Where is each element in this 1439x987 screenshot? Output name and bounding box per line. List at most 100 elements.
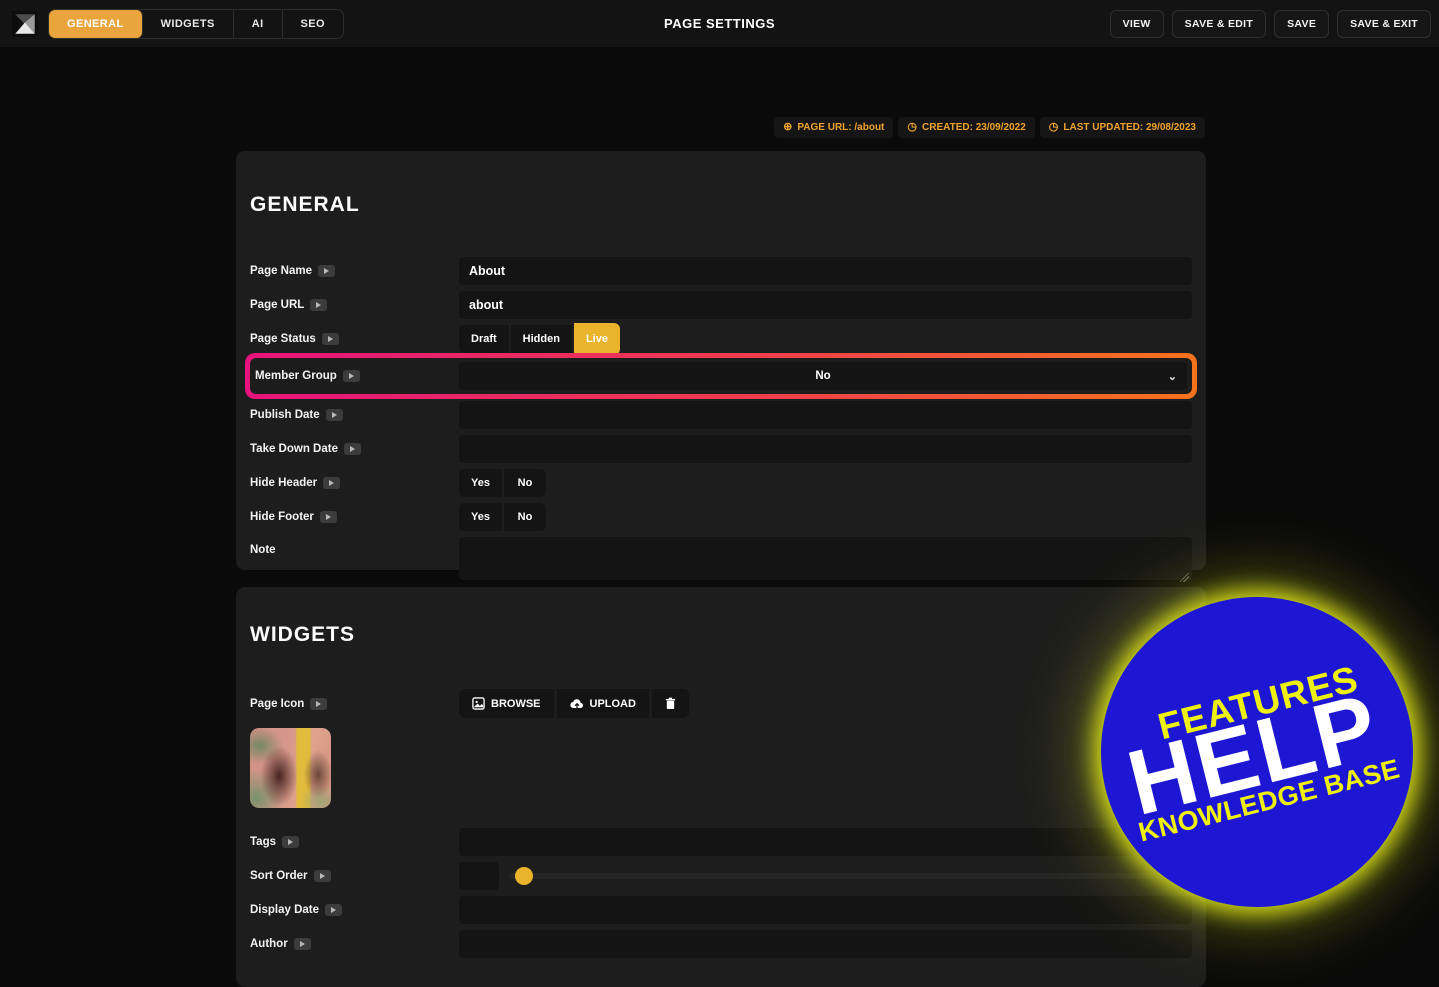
- image-file-icon: [472, 697, 485, 710]
- status-hidden-button[interactable]: Hidden: [510, 325, 572, 353]
- page-icon-thumbnail[interactable]: [250, 728, 331, 808]
- author-label-text: Author: [250, 938, 288, 950]
- page-url-badge: ⊕ PAGE URL: /about: [774, 117, 894, 138]
- page-url-badge-label: PAGE URL: /about: [797, 122, 885, 133]
- author-row: Author: [250, 930, 1192, 958]
- status-live-button[interactable]: Live: [573, 323, 620, 355]
- clock-icon: ◷: [1048, 121, 1059, 133]
- tags-input[interactable]: [459, 828, 1192, 856]
- save-button[interactable]: SAVE: [1274, 9, 1330, 38]
- sort-order-row: Sort Order: [250, 862, 1192, 890]
- tab-seo[interactable]: SEO: [283, 10, 343, 38]
- member-group-select[interactable]: No ⌄: [459, 362, 1187, 390]
- member-group-selected-value: No: [815, 370, 831, 382]
- publish-date-label: Publish Date: [250, 409, 459, 421]
- help-video-icon[interactable]: [313, 870, 331, 882]
- take-down-date-input[interactable]: [459, 435, 1192, 463]
- help-badge[interactable]: FEATURES HELP KNOWLEDGE BASE: [1101, 597, 1413, 907]
- tags-label-text: Tags: [250, 836, 276, 848]
- member-group-row: Member Group No ⌄: [250, 358, 1192, 394]
- tab-ai[interactable]: AI: [234, 9, 283, 38]
- help-video-icon[interactable]: [323, 477, 341, 489]
- help-video-icon[interactable]: [321, 333, 339, 345]
- chevron-down-icon: ⌄: [1167, 370, 1177, 383]
- help-badge-text: FEATURES HELP KNOWLEDGE BASE: [1112, 658, 1402, 847]
- display-date-label-text: Display Date: [250, 904, 320, 916]
- app-logo-icon[interactable]: [12, 10, 38, 37]
- trash-icon: [665, 697, 676, 709]
- help-video-icon[interactable]: [325, 904, 343, 916]
- browse-button[interactable]: BROWSE: [459, 689, 554, 718]
- page-url-label: Page URL: [250, 299, 459, 311]
- note-label: Note: [250, 544, 459, 556]
- hide-header-label: Hide Header: [250, 477, 459, 489]
- page-icon-label-text: Page Icon: [250, 697, 305, 710]
- note-textarea[interactable]: [459, 537, 1192, 580]
- save-and-exit-button[interactable]: SAVE & EXIT: [1337, 9, 1431, 38]
- page-name-input[interactable]: [459, 257, 1192, 285]
- take-down-date-row: Take Down Date: [250, 435, 1192, 463]
- tags-label: Tags: [250, 836, 459, 848]
- help-video-icon[interactable]: [342, 370, 360, 382]
- widgets-heading: WIDGETS: [250, 623, 355, 646]
- clock-icon: ◷: [907, 121, 917, 133]
- hide-footer-segmented: Yes No: [459, 503, 1192, 531]
- page-url-input[interactable]: [459, 291, 1192, 319]
- help-video-icon[interactable]: [318, 265, 336, 277]
- slider-thumb[interactable]: [515, 867, 533, 885]
- sort-order-slider[interactable]: [509, 862, 1192, 890]
- last-updated-badge-label: LAST UPDATED: 29/08/2023: [1063, 122, 1196, 133]
- page-icon-label: Page Icon: [250, 697, 459, 710]
- author-input[interactable]: [459, 930, 1192, 958]
- upload-button[interactable]: UPLOAD: [556, 689, 649, 718]
- slider-track: [509, 873, 1192, 879]
- help-video-icon[interactable]: [293, 938, 311, 950]
- display-date-input[interactable]: [459, 896, 1192, 924]
- page-name-label: Page Name: [250, 265, 459, 277]
- hide-footer-label-text: Hide Footer: [250, 511, 314, 523]
- help-video-icon[interactable]: [325, 409, 343, 421]
- tab-widgets[interactable]: WIDGETS: [143, 9, 234, 38]
- top-toolbar: GENERAL WIDGETS AI SEO PAGE SETTINGS VIE…: [0, 0, 1439, 47]
- sort-order-number-input[interactable]: [459, 862, 499, 890]
- help-video-icon[interactable]: [282, 836, 299, 848]
- tags-row: Tags: [250, 828, 1192, 856]
- display-date-label: Display Date: [250, 904, 459, 916]
- hide-header-no-button[interactable]: No: [503, 469, 546, 497]
- hide-header-row: Hide Header Yes No: [250, 469, 1192, 497]
- help-video-icon[interactable]: [319, 511, 337, 523]
- page-status-segmented: Draft Hidden Live: [459, 323, 1192, 355]
- view-button[interactable]: VIEW: [1109, 9, 1164, 38]
- help-video-icon[interactable]: [310, 697, 328, 710]
- settings-tab-group: GENERAL WIDGETS AI SEO: [48, 8, 344, 39]
- display-date-row: Display Date: [250, 896, 1192, 924]
- sort-order-label: Sort Order: [250, 870, 459, 882]
- publish-date-input[interactable]: [459, 401, 1192, 429]
- page-icon-row: Page Icon BROWSE UPLOAD: [250, 689, 1192, 718]
- status-draft-button[interactable]: Draft: [459, 325, 509, 353]
- hide-footer-row: Hide Footer Yes No: [250, 503, 1192, 531]
- hide-footer-no-button[interactable]: No: [503, 503, 546, 531]
- help-video-icon[interactable]: [343, 443, 361, 455]
- publish-date-row: Publish Date: [250, 401, 1192, 429]
- tab-general[interactable]: GENERAL: [49, 9, 143, 38]
- page-url-row: Page URL: [250, 291, 1192, 319]
- created-badge-label: CREATED: 23/09/2022: [922, 122, 1026, 133]
- sort-order-label-text: Sort Order: [250, 870, 308, 882]
- widgets-panel: WIDGETS Page Icon BROWSE UPLOAD Tags Sor…: [236, 587, 1206, 987]
- hide-header-label-text: Hide Header: [250, 477, 318, 489]
- page-meta-badges: ⊕ PAGE URL: /about ◷ CREATED: 23/09/2022…: [774, 117, 1205, 138]
- member-group-highlight: Member Group No ⌄: [245, 353, 1197, 399]
- hide-footer-label: Hide Footer: [250, 511, 459, 523]
- save-and-edit-button[interactable]: SAVE & EDIT: [1171, 9, 1267, 38]
- upload-button-label: UPLOAD: [589, 697, 636, 710]
- help-video-icon[interactable]: [310, 299, 328, 311]
- help-badge-circle[interactable]: FEATURES HELP KNOWLEDGE BASE: [1101, 597, 1413, 907]
- hide-footer-yes-button[interactable]: Yes: [459, 503, 502, 531]
- delete-icon-button[interactable]: [651, 689, 689, 718]
- note-row: Note: [250, 537, 1192, 585]
- globe-icon: ⊕: [783, 121, 793, 133]
- browse-button-label: BROWSE: [491, 697, 541, 710]
- hide-header-yes-button[interactable]: Yes: [459, 469, 502, 497]
- header-actions: VIEW SAVE & EDIT SAVE SAVE & EXIT: [1109, 9, 1431, 38]
